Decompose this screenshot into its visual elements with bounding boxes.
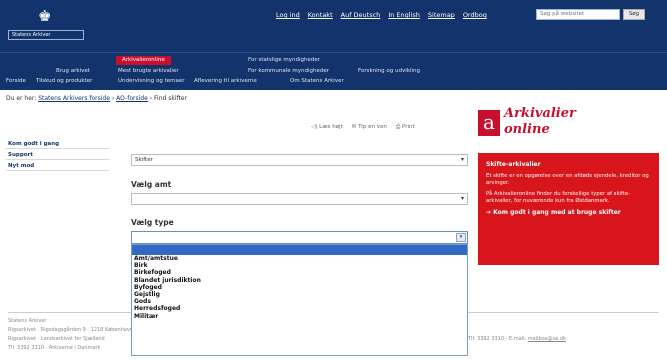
english-link[interactable]: In English <box>388 11 420 19</box>
leftnav-nyt-mod[interactable]: Nyt mod <box>6 161 109 171</box>
contact-link[interactable]: Kontakt <box>308 11 333 19</box>
site-search-button[interactable]: Søg <box>623 9 645 20</box>
read-aloud-label: Læs højt <box>319 124 343 130</box>
dropdown-option[interactable]: Birkefoged <box>132 269 467 276</box>
menu-arkivalieronline[interactable]: Arkivalieronline <box>116 56 171 65</box>
menu-statslige[interactable]: For statslige myndigheder <box>248 56 320 65</box>
german-link[interactable]: Auf Deutsch <box>341 11 381 19</box>
menu-brug-arkivet[interactable]: Brug arkivet <box>56 67 90 76</box>
menu-om[interactable]: Om Statens Arkiver <box>290 77 344 86</box>
print-label: Print <box>401 124 415 130</box>
dropdown-option[interactable]: Herredsfoged <box>132 305 467 312</box>
footer-contact-text: Tlf. 3392 3310 · E-mail: <box>468 336 527 342</box>
info-box-link-label: Kom godt i gang med at bruge skifter <box>493 209 621 216</box>
dropdown-option[interactable]: Blandet jurisdiktion <box>132 277 467 284</box>
tip-friend-label: Tip en ven <box>358 124 387 130</box>
page-tools: ◁) Læs højt ✉ Tip en ven ⎙ Print <box>311 124 415 131</box>
dropdown-option[interactable]: Gods <box>132 298 467 305</box>
info-box: Skifte-arkivalier Et skifte er en opgøre… <box>478 153 659 265</box>
breadcrumb-current: Find skifter <box>154 95 188 102</box>
menu-undervisning[interactable]: Undervisning og temaer <box>118 77 185 86</box>
leftnav-kom-godt-i-gang[interactable]: Kom godt i gang <box>6 139 109 149</box>
breadcrumb-separator: › <box>149 95 153 102</box>
site-logo[interactable]: ♚ Statens Arkiver <box>8 8 84 40</box>
menu-forskning[interactable]: Forskning og udvikling <box>358 67 420 76</box>
type-label: Vælg type <box>131 218 174 227</box>
dropdown-option[interactable]: Amt/amtstue <box>132 255 467 262</box>
sitemap-link[interactable]: Sitemap <box>428 11 455 19</box>
info-box-text: Et skifte er en opgørelse over en afdøds… <box>486 173 649 186</box>
brand-mark: a <box>478 110 500 136</box>
breadcrumb-ao[interactable]: AO-forside <box>116 95 148 102</box>
print-link[interactable]: ⎙ Print <box>396 124 415 131</box>
breadcrumb-prefix: Du er her: <box>6 95 37 102</box>
info-box-link[interactable]: ➔ Kom godt i gang med at bruge skifter <box>486 209 651 216</box>
menu-mest-brugte[interactable]: Mest brugte arkivalier <box>118 67 179 76</box>
brand-line1: Arkivalier <box>504 106 576 121</box>
login-link[interactable]: Log ind <box>276 11 300 19</box>
glossary-link[interactable]: Ordbog <box>463 11 487 19</box>
breadcrumb-home[interactable]: Statens Arkivers forside <box>38 95 110 102</box>
site-header: ♚ Statens Arkiver Log ind Kontakt Auf De… <box>0 0 667 52</box>
breadcrumb: Du er her: Statens Arkivers forside › AO… <box>6 95 187 102</box>
menu-kommunale[interactable]: For kommunale myndigheder <box>248 67 329 76</box>
crown-icon: ♚ <box>38 7 52 25</box>
menu-aflevering[interactable]: Aflevering til arkiverne <box>194 77 257 86</box>
info-box-text: På Arkivalieronline finder du forskellig… <box>486 191 630 204</box>
read-aloud-link[interactable]: ◁) Læs højt <box>311 124 343 131</box>
menu-tilskud[interactable]: Tilskud og produkter <box>36 77 92 86</box>
dropdown-arrow-icon[interactable]: ▾ <box>456 233 466 242</box>
type-dropdown-list: Amt/amtstue Birk Birkefoged Blandet juri… <box>131 244 468 356</box>
amt-label: Vælg amt <box>131 180 172 189</box>
top-links: Log ind Kontakt Auf Deutsch In English S… <box>276 11 487 19</box>
dropdown-highlighted-option[interactable] <box>132 245 467 255</box>
site-search-input[interactable]: Søg på websitet <box>536 9 620 20</box>
dropdown-option[interactable]: Birk <box>132 262 467 269</box>
breadcrumb-separator: › <box>111 95 115 102</box>
dropdown-arrow-icon: ▾ <box>460 156 464 163</box>
dropdown-arrow-icon: ▾ <box>460 195 464 202</box>
type-select[interactable]: ▾ <box>131 231 468 244</box>
left-nav: Kom godt i gang Support Nyt mod <box>6 139 109 172</box>
logo-text: Statens Arkiver <box>8 30 84 40</box>
archive-type-value: Skifter <box>135 157 153 163</box>
menu-forside[interactable]: Forside <box>6 77 26 86</box>
footer-contact: Tlf. 3392 3310 · E-mail: mailbox@sa.dk <box>468 336 566 342</box>
archive-type-select[interactable]: Skifter ▾ <box>131 154 468 166</box>
info-box-title: Skifte-arkivalier <box>486 161 541 168</box>
footer-email-link[interactable]: mailbox@sa.dk <box>528 336 566 342</box>
leftnav-support[interactable]: Support <box>6 150 109 160</box>
dropdown-option[interactable]: Gejstlig <box>132 291 467 298</box>
brand-line2: online <box>504 122 550 137</box>
dropdown-option[interactable]: Militær <box>132 313 467 320</box>
speaker-icon: ◁) <box>311 124 320 130</box>
amt-select[interactable]: ▾ <box>131 193 468 205</box>
dropdown-option[interactable]: Byfoged <box>132 284 467 291</box>
tip-friend-link[interactable]: ✉ Tip en ven <box>352 124 387 131</box>
main-menu: Arkivalieronline For statslige myndighed… <box>0 52 667 90</box>
